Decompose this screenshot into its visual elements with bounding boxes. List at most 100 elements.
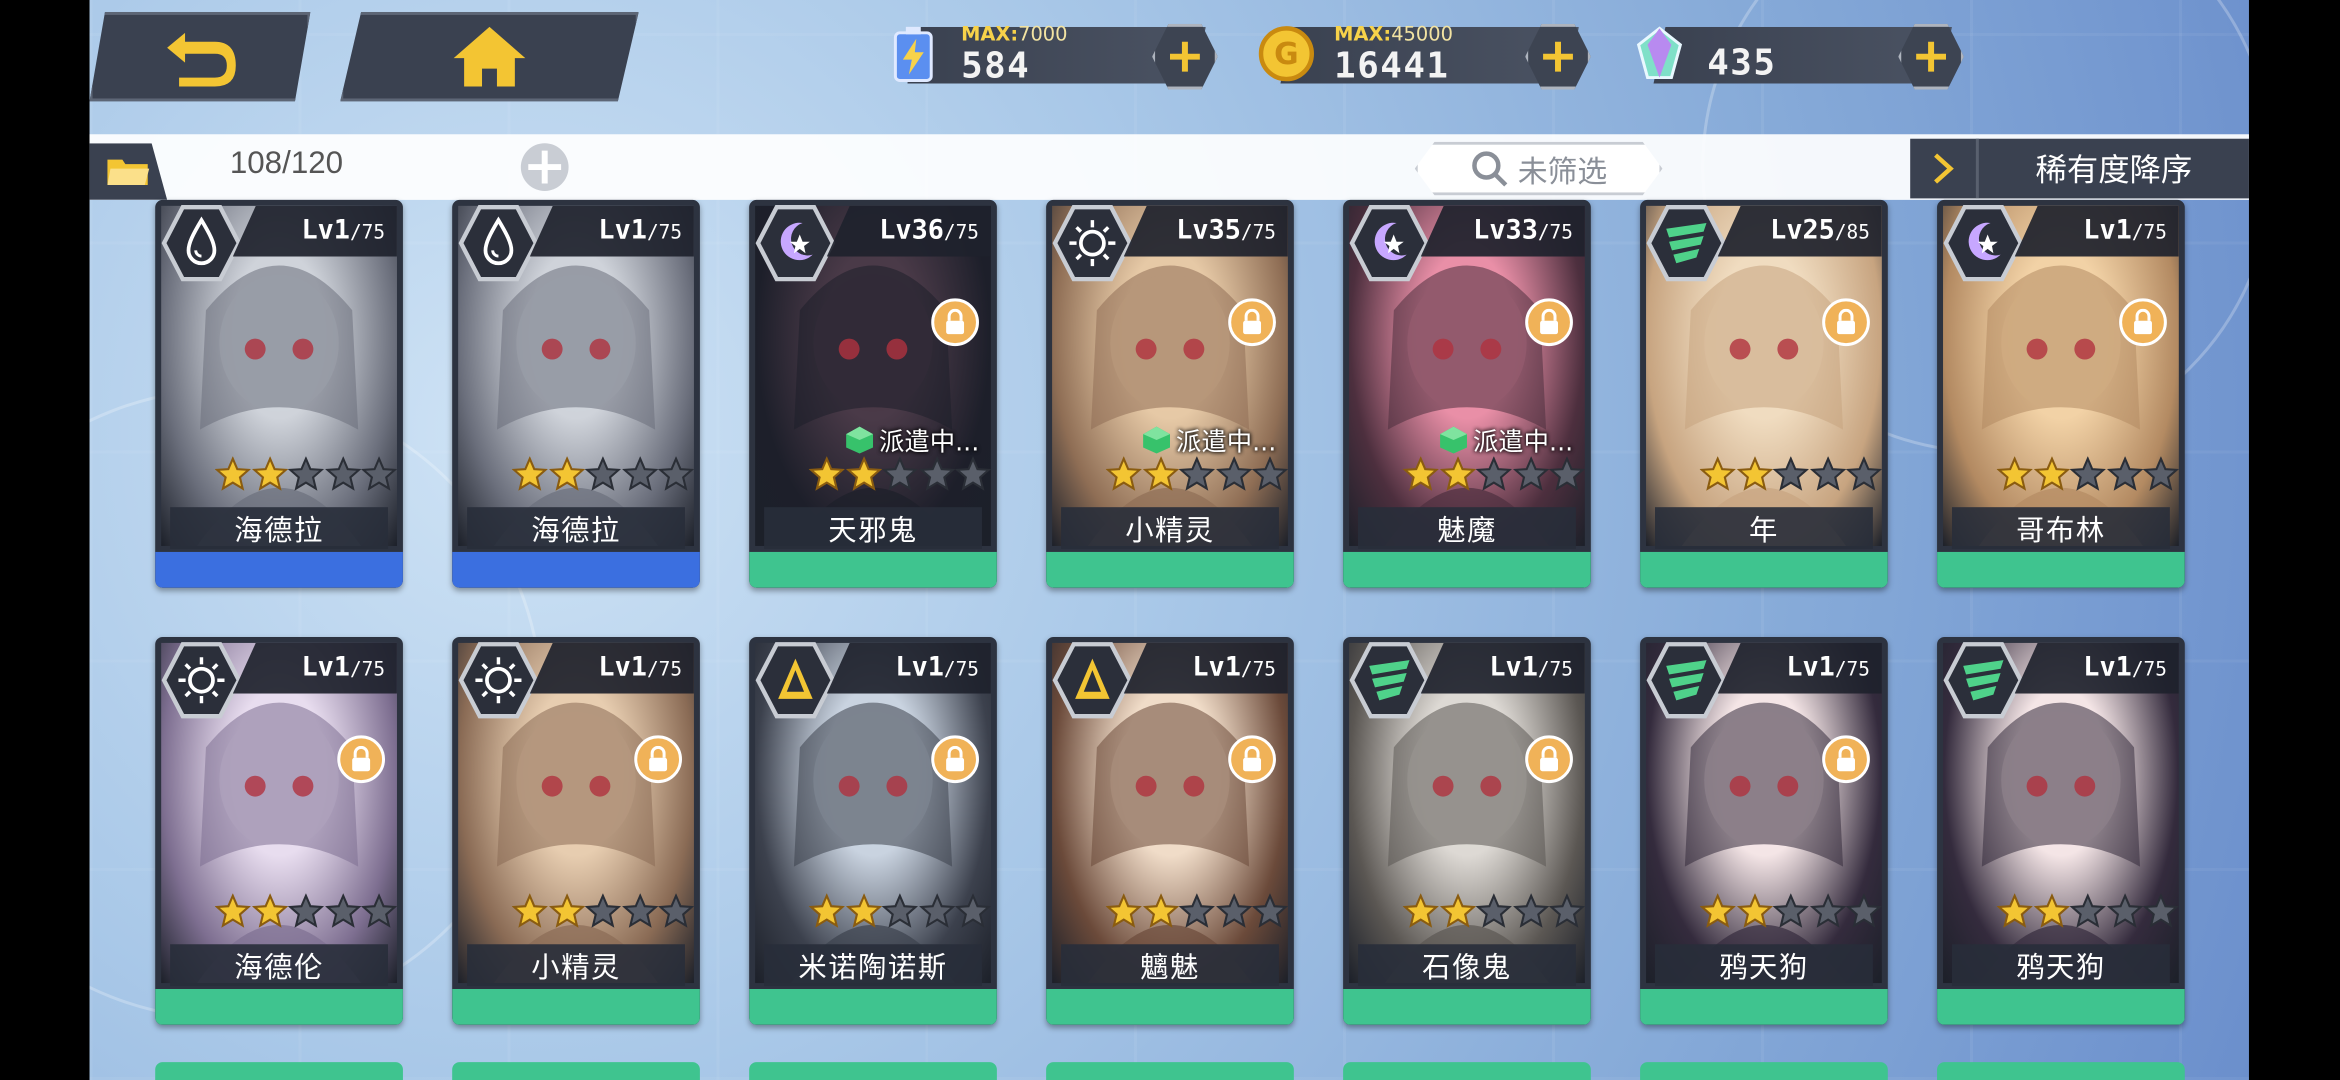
character-name: 鸦天狗 (2016, 950, 2106, 984)
star-filled-icon (845, 456, 882, 491)
level-max: /75 (646, 659, 682, 682)
rarity-strip (1937, 551, 2185, 588)
star-empty-icon (1252, 893, 1288, 928)
dispatch-label: 派遣中... (1175, 428, 1277, 458)
star-rating (1402, 893, 1586, 939)
search-icon (1472, 151, 1508, 187)
character-card[interactable]: Lv35/75 派遣中... 小精灵 (1046, 199, 1294, 588)
character-card[interactable]: Lv1/75 鸦天狗 (1640, 636, 1888, 1025)
level-value: Lv1 (598, 214, 647, 247)
character-card[interactable]: Lv1/75 石像鬼 (1343, 636, 1591, 1025)
character-card[interactable]: Lv1/75 海德拉 (452, 199, 700, 588)
home-button[interactable] (340, 11, 639, 102)
star-filled-icon (1105, 456, 1142, 491)
filter-button[interactable]: 未筛选 (1414, 141, 1663, 196)
character-name: 魅魔 (1437, 513, 1497, 547)
lock-toggle[interactable] (1525, 735, 1573, 784)
rarity-strip (155, 989, 403, 1025)
character-card[interactable]: Lv1/75 海德拉 (155, 199, 403, 588)
star-empty-icon (584, 456, 621, 491)
character-card[interactable]: Lv1/75 魑魅 (1046, 636, 1294, 1025)
star-rating (511, 893, 695, 939)
element-earth-icon (755, 642, 836, 719)
star-rating (214, 456, 398, 501)
star-empty-icon (621, 456, 658, 491)
character-card[interactable]: Lv33/75 派遣中... 魅魔 (1343, 199, 1591, 588)
rarity-strip (1937, 989, 2185, 1025)
chevron-right-icon (1934, 153, 1954, 184)
character-card[interactable]: Lv25/85 年 (1640, 199, 1888, 588)
back-button[interactable] (89, 11, 311, 102)
dispatch-cube-icon (846, 425, 874, 453)
level-max: /75 (1240, 222, 1276, 245)
star-filled-icon (808, 893, 845, 928)
character-card[interactable]: Lv36/75 派遣中... 天邪鬼 (749, 199, 997, 588)
sort-button[interactable]: 稀有度降序 (1910, 138, 2249, 199)
lock-toggle[interactable] (1822, 735, 1870, 784)
character-name: 年 (1748, 513, 1779, 547)
star-empty-icon (1809, 893, 1846, 928)
star-rating (808, 893, 992, 939)
rarity-strip (155, 551, 403, 588)
lock-toggle[interactable] (931, 298, 979, 347)
level-value: Lv1 (1489, 651, 1538, 684)
star-empty-icon (324, 456, 361, 491)
level-value: Lv33 (1473, 214, 1538, 247)
character-name: 海德伦 (234, 950, 324, 984)
star-rating (1402, 456, 1586, 501)
rarity-strip (1640, 551, 1888, 588)
lock-toggle[interactable] (931, 735, 979, 784)
star-filled-icon (214, 456, 251, 491)
gold-value: 16441 (1334, 44, 1450, 87)
character-name: 米诺陶诺斯 (798, 950, 948, 984)
lock-toggle[interactable] (337, 735, 386, 784)
lock-icon (352, 745, 371, 772)
rarity-strip (1343, 989, 1591, 1025)
level-value: Lv1 (895, 651, 944, 684)
star-filled-icon (511, 456, 548, 491)
character-name: 海德拉 (531, 513, 621, 547)
character-name: 小精灵 (531, 950, 621, 984)
star-empty-icon (955, 893, 991, 928)
rarity-strip (452, 989, 700, 1025)
character-card[interactable]: Lv1/75 海德伦 (155, 636, 403, 1025)
element-water-icon (458, 205, 539, 282)
lock-icon (649, 745, 668, 772)
star-empty-icon (584, 893, 621, 928)
level-badge: Lv1/75 (2014, 642, 2179, 694)
level-max: /75 (349, 222, 386, 245)
star-filled-icon (511, 893, 548, 928)
back-arrow-icon (167, 32, 236, 87)
element-moon-icon (1349, 205, 1430, 282)
star-filled-icon (2033, 893, 2070, 928)
lock-icon (946, 308, 965, 335)
star-empty-icon (361, 893, 397, 928)
dispatch-status: 派遣中... (1439, 421, 1573, 458)
expand-slots-button[interactable] (516, 140, 573, 194)
level-badge: Lv1/75 (232, 642, 397, 694)
lock-toggle[interactable] (1525, 298, 1573, 347)
star-filled-icon (1699, 893, 1736, 928)
rarity-strip (1046, 551, 1294, 588)
level-max: /75 (1240, 659, 1276, 682)
character-card[interactable]: Lv1/75 米诺陶诺斯 (749, 636, 997, 1025)
energy-max-label: MAX: (961, 23, 1019, 47)
character-card[interactable]: Lv1/75 哥布林 (1937, 199, 2185, 588)
lock-toggle[interactable] (2119, 298, 2167, 347)
game-viewport: MAX:7000 584 G MAX:45000 16441 435 108/1… (89, 0, 2249, 1080)
element-earth-icon (1052, 642, 1133, 719)
character-name: 天邪鬼 (828, 513, 918, 547)
lock-toggle[interactable] (1228, 735, 1276, 784)
energy-max: MAX:7000 (961, 24, 1067, 46)
character-name-bar: 石像鬼 (1358, 944, 1576, 987)
energy-max-value: 7000 (1018, 23, 1068, 47)
gold-coin-icon: G (1258, 26, 1315, 82)
star-rating (1996, 893, 2180, 939)
lock-toggle[interactable] (1822, 298, 1870, 347)
lock-toggle[interactable] (1228, 298, 1276, 347)
lock-toggle[interactable] (634, 735, 682, 784)
character-card[interactable]: Lv1/75 小精灵 (452, 636, 700, 1025)
character-card[interactable]: Lv1/75 鸦天狗 (1937, 636, 2185, 1025)
level-max: /75 (1537, 659, 1573, 682)
star-filled-icon (1142, 456, 1179, 491)
